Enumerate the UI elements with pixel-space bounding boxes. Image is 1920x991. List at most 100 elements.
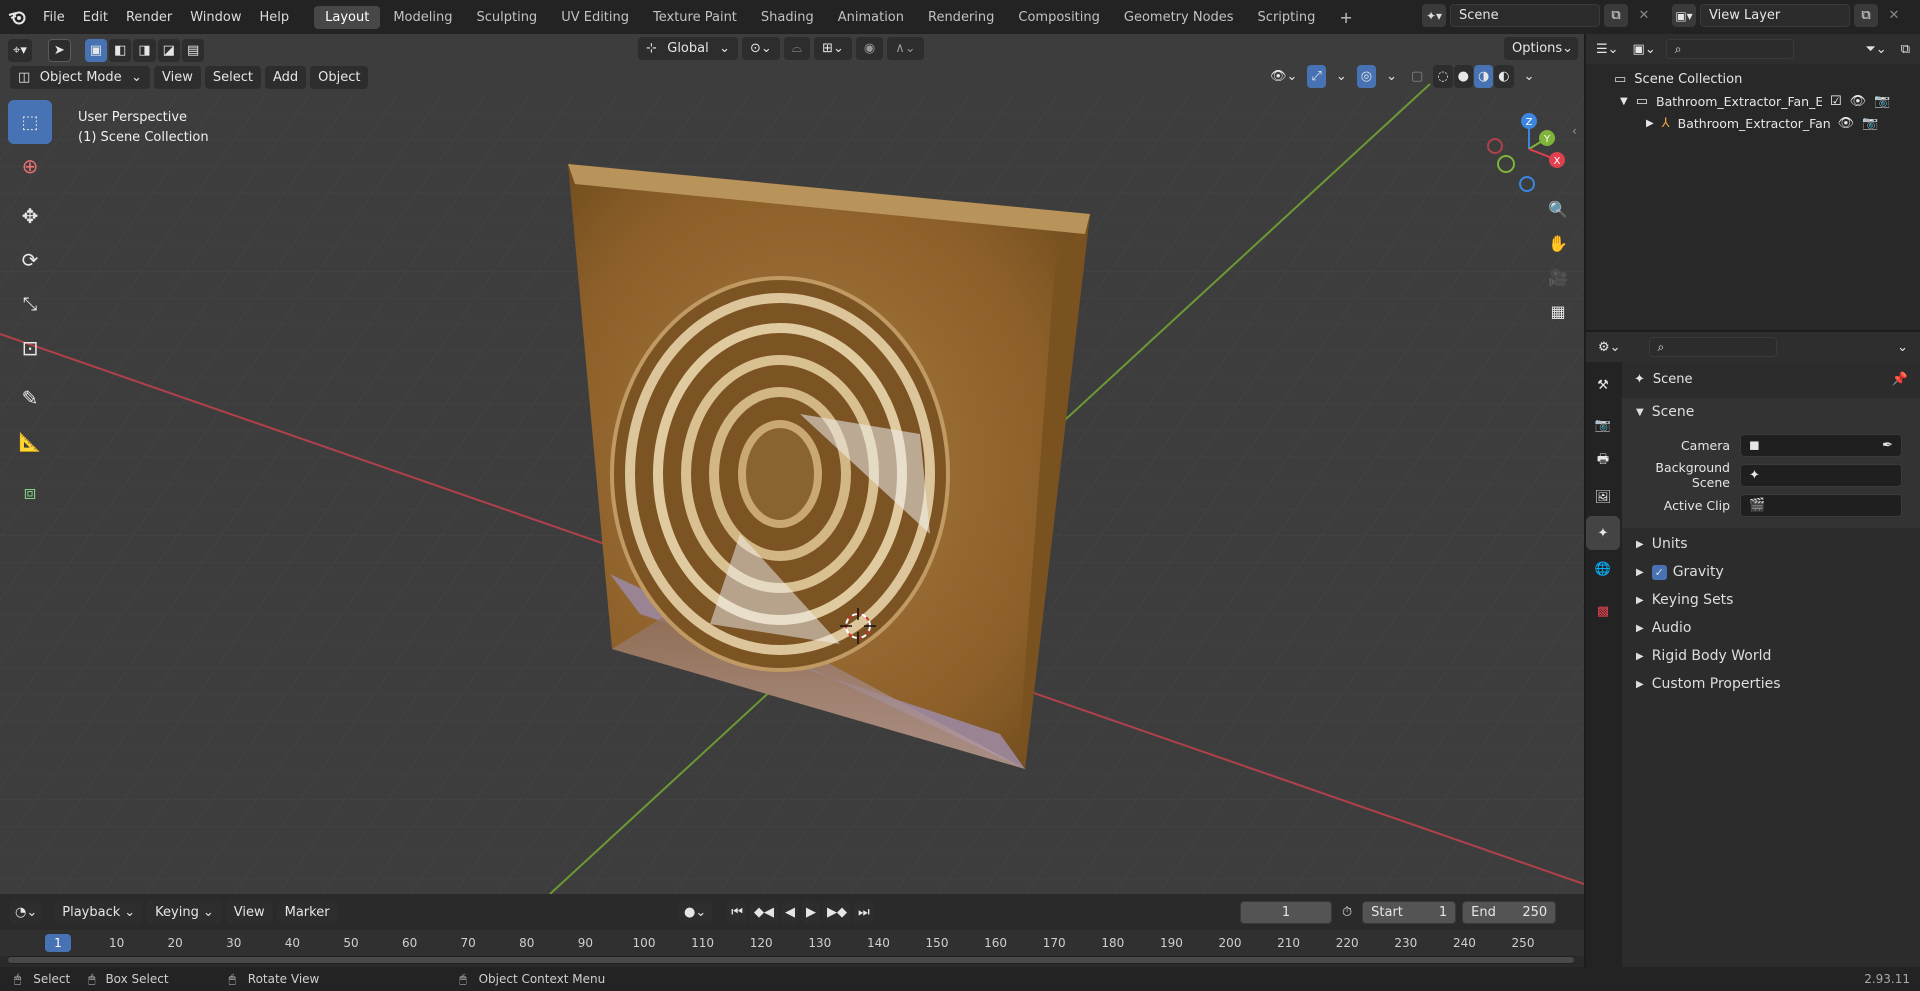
- options-dropdown[interactable]: Options ⌄: [1504, 37, 1578, 60]
- play-button[interactable]: ▶: [801, 901, 820, 924]
- tool-add-cube[interactable]: ⧈: [8, 470, 52, 514]
- scene-name-field[interactable]: Scene: [1450, 4, 1600, 27]
- tab-view-layer[interactable]: 🖼: [1586, 480, 1620, 514]
- filter-dropdown[interactable]: ⏷⌄: [1861, 38, 1890, 61]
- panel-gravity[interactable]: ▶ ✓ Gravity: [1622, 558, 1920, 586]
- tab-texture[interactable]: ▩: [1586, 594, 1620, 628]
- menu-file[interactable]: File: [34, 0, 74, 34]
- panel-custom-properties[interactable]: ▶ Custom Properties: [1622, 670, 1920, 698]
- view-menu[interactable]: View: [154, 65, 201, 89]
- outliner-editor-type-button[interactable]: ☰⌄: [1592, 38, 1623, 61]
- panel-audio[interactable]: ▶ Audio: [1622, 614, 1920, 642]
- tool-select-box[interactable]: ⬚: [8, 100, 52, 144]
- editor-type-button[interactable]: ⌖▾: [8, 38, 32, 62]
- display-mode-dropdown[interactable]: ▣⌄: [1629, 38, 1660, 61]
- camera-icon[interactable]: 📷: [1862, 116, 1878, 131]
- eye-icon[interactable]: 👁: [1838, 116, 1855, 131]
- select-tool-button[interactable]: ➤: [47, 38, 71, 62]
- sidebar-toggle-icon[interactable]: ‹: [1572, 124, 1577, 138]
- end-frame-field[interactable]: End 250: [1462, 901, 1557, 924]
- shading-dropdown[interactable]: ⌄: [1520, 65, 1539, 88]
- jump-end-button[interactable]: ⏭: [853, 901, 874, 924]
- scrollbar-thumb[interactable]: [8, 957, 1574, 963]
- ortho-toggle-button[interactable]: ▦: [1543, 296, 1573, 326]
- view-layer-browse-button[interactable]: ▣▾: [1672, 4, 1696, 27]
- active-clip-field[interactable]: 🎬: [1740, 493, 1902, 517]
- prev-keyframe-button[interactable]: ◆◀: [749, 901, 778, 924]
- overlays-dropdown[interactable]: ⌄: [1382, 65, 1401, 88]
- add-menu[interactable]: Add: [264, 65, 307, 89]
- wireframe-shading-button[interactable]: ◌: [1433, 65, 1453, 88]
- play-reverse-button[interactable]: ◀: [780, 901, 799, 924]
- tab-rendering[interactable]: Rendering: [917, 6, 1005, 29]
- tab-shading[interactable]: Shading: [750, 6, 825, 29]
- tool-cursor[interactable]: ⊕: [8, 144, 52, 188]
- delete-view-layer-button[interactable]: ✕: [1882, 4, 1906, 27]
- select-extend-button[interactable]: ◧: [109, 38, 132, 62]
- menu-render[interactable]: Render: [117, 0, 181, 34]
- tab-geometry-nodes[interactable]: Geometry Nodes: [1113, 6, 1245, 29]
- new-scene-button[interactable]: ⧉: [1604, 4, 1628, 27]
- delete-scene-button[interactable]: ✕: [1632, 4, 1656, 27]
- proportional-falloff-dropdown[interactable]: ∧⌄: [887, 37, 924, 60]
- neg-y-handle[interactable]: [1497, 155, 1515, 173]
- preview-range-toggle[interactable]: ⏱: [1338, 901, 1356, 924]
- properties-editor-type-button[interactable]: ⚙⌄: [1594, 336, 1625, 359]
- panel-keying-sets[interactable]: ▶ Keying Sets: [1622, 586, 1920, 614]
- timeline-editor-type-button[interactable]: ◔⌄: [10, 900, 43, 924]
- select-subtract-button[interactable]: ◨: [133, 38, 156, 62]
- tool-scale[interactable]: ⤡: [8, 282, 52, 326]
- 3d-viewport[interactable]: ⌖▾ ➤ ▣ ◧ ◨ ◪ ▤ ⊹ Global ⌄ ⊙⌄ ⌓ ⊞⌄ ◉ ∧⌄ O…: [0, 34, 1584, 894]
- snap-target-dropdown[interactable]: ⊞⌄: [814, 37, 852, 60]
- keying-menu[interactable]: Keying ⌄: [147, 900, 222, 924]
- background-scene-field[interactable]: ✦: [1740, 463, 1902, 487]
- tab-layout[interactable]: Layout: [314, 5, 381, 29]
- tab-output[interactable]: 🖶: [1586, 444, 1620, 478]
- jump-start-button[interactable]: ⏮: [727, 901, 747, 924]
- tool-rotate[interactable]: ⟳: [8, 238, 52, 282]
- tab-tool[interactable]: ⚒: [1586, 368, 1620, 402]
- scene-collection-row[interactable]: ▭ Scene Collection: [1586, 68, 1920, 90]
- camera-icon[interactable]: 📷: [1874, 94, 1890, 109]
- outliner-search-input[interactable]: ⌕: [1665, 39, 1794, 59]
- tab-scene[interactable]: ✦: [1586, 516, 1620, 550]
- tool-annotate[interactable]: ✎: [8, 376, 52, 420]
- camera-view-button[interactable]: 🎥: [1543, 262, 1573, 292]
- gizmo-dropdown[interactable]: ⌄: [1332, 65, 1351, 88]
- properties-search-input[interactable]: ⌕: [1648, 337, 1777, 357]
- new-view-layer-button[interactable]: ⧉: [1854, 4, 1878, 27]
- zoom-button[interactable]: 🔍: [1543, 194, 1573, 224]
- select-intersect-button[interactable]: ▤: [181, 38, 205, 62]
- view-layer-name-field[interactable]: View Layer: [1700, 4, 1850, 27]
- gizmo-toggle[interactable]: ⤢: [1307, 65, 1326, 88]
- select-invert-button[interactable]: ◪: [157, 38, 180, 62]
- blender-logo-icon[interactable]: [0, 0, 34, 34]
- tab-uv-editing[interactable]: UV Editing: [550, 6, 640, 29]
- neg-x-handle[interactable]: [1487, 138, 1503, 154]
- mode-dropdown[interactable]: ◫ Object Mode ⌄: [10, 65, 150, 89]
- tool-transform[interactable]: ⊡: [8, 326, 52, 370]
- add-workspace-button[interactable]: +: [1328, 6, 1363, 29]
- material-preview-button[interactable]: ◑: [1473, 65, 1494, 88]
- expand-arrow-icon[interactable]: ▼: [1620, 96, 1628, 107]
- record-keyframe-button[interactable]: ●⌄: [678, 901, 713, 924]
- xray-toggle[interactable]: ▢: [1407, 65, 1427, 88]
- next-keyframe-button[interactable]: ▶◆: [822, 901, 851, 924]
- navigation-gizmo[interactable]: Z Y X: [1484, 104, 1574, 194]
- panel-rigid-body-world[interactable]: ▶ Rigid Body World: [1622, 642, 1920, 670]
- tab-sculpting[interactable]: Sculpting: [465, 6, 548, 29]
- overlays-toggle[interactable]: ◎: [1356, 65, 1377, 88]
- outliner-item-fan-env[interactable]: ▼ ▭ Bathroom_Extractor_Fan_Env ☑ 👁 📷: [1586, 90, 1920, 112]
- select-menu[interactable]: Select: [204, 65, 261, 89]
- pin-icon[interactable]: 📌: [1892, 372, 1908, 387]
- timeline-scrollbar[interactable]: [8, 956, 1574, 964]
- tool-measure[interactable]: 📐: [8, 420, 52, 464]
- eyedropper-icon[interactable]: ✒: [1882, 438, 1893, 453]
- object-menu[interactable]: Object: [310, 65, 369, 89]
- solid-shading-button[interactable]: ●: [1453, 65, 1473, 88]
- visibility-dropdown[interactable]: 👁⌄: [1266, 65, 1301, 88]
- select-new-button[interactable]: ▣: [84, 38, 108, 62]
- gravity-checkbox[interactable]: ✓: [1651, 564, 1667, 580]
- new-collection-button[interactable]: ⧉: [1897, 38, 1914, 61]
- tab-scripting[interactable]: Scripting: [1247, 6, 1327, 29]
